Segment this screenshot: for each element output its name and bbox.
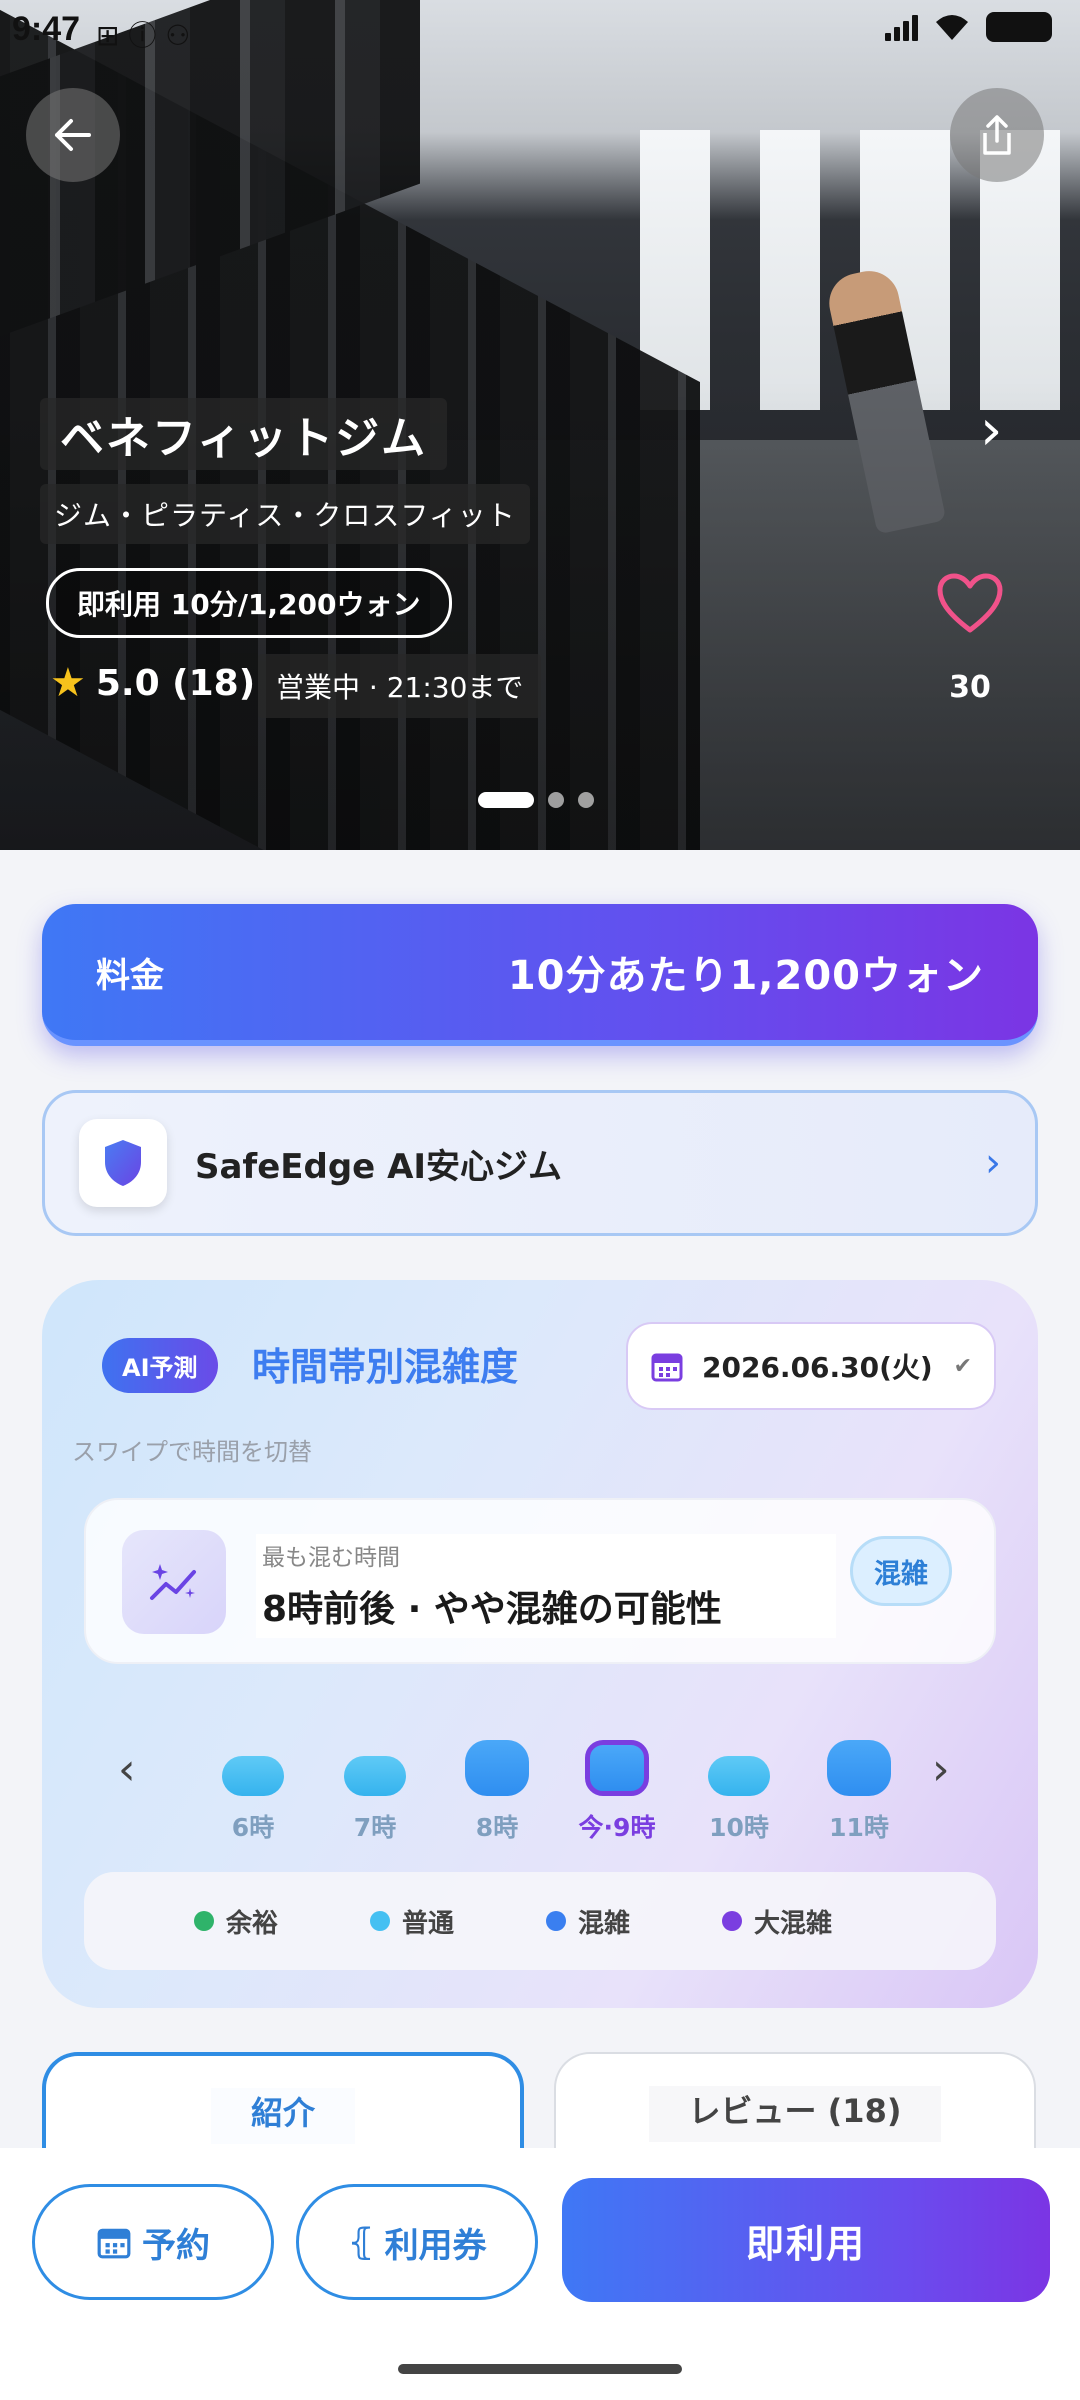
legend-dot	[194, 1911, 214, 1931]
congestion-pill	[827, 1740, 891, 1796]
status-bar: 9:47 ⊞ ⓘ ⚇	[0, 0, 1080, 60]
price-value: 10分あたり1,200ウォン	[507, 953, 984, 999]
time-slot-label: 11時	[829, 1813, 889, 1842]
calendar-icon	[97, 2228, 131, 2259]
heart-icon[interactable]	[936, 572, 1004, 634]
legend-item: 大混雑	[722, 1903, 898, 1940]
chevron-right-icon[interactable]: ›	[932, 1744, 950, 1795]
sparkle-trend-icon	[122, 1530, 226, 1634]
arrow-left-icon	[55, 119, 91, 151]
ticket-label: 利用券	[384, 2225, 487, 2266]
date-selector[interactable]: 2026.06.30(火) ✔	[626, 1322, 996, 1410]
time-slot-label: 今·9時	[578, 1813, 656, 1842]
time-slot[interactable]: 8時	[452, 1740, 542, 1844]
time-slot[interactable]: 10時	[694, 1740, 784, 1844]
rating-value: 5.0 (18)	[95, 662, 256, 704]
open-status: 営業中 · 21:30まで	[258, 654, 542, 718]
legend-label: 普通	[402, 1908, 455, 1939]
gym-categories: ジム・ピラティス・クロスフィット	[40, 484, 530, 544]
status-icons	[885, 12, 1052, 42]
peak-time-box: 最も混む時間 8時前後 · やや混雑の可能性 混雑	[84, 1498, 996, 1664]
congestion-pill	[465, 1740, 529, 1796]
battery-icon	[986, 12, 1052, 42]
price-pill: 即利用 10分/1,200ウォン	[46, 568, 452, 638]
notification-icons: ⊞ ⓘ ⚇	[96, 19, 191, 52]
carousel-dots	[478, 792, 594, 808]
next-image-chevron-icon[interactable]: ›	[980, 398, 1002, 463]
peak-text: 最も混む時間 8時前後 · やや混雑の可能性	[256, 1534, 836, 1638]
rating: ★ 5.0 (18)	[50, 660, 255, 706]
time-slot[interactable]: 6時	[208, 1740, 298, 1844]
price-label: 料金	[96, 955, 164, 996]
chevron-right-icon: ›	[985, 1140, 1001, 1186]
check-icon: ✔	[953, 1353, 972, 1379]
congestion-card: AI予測 時間帯別混雑度 2026.06.30(火) ✔ スワイプで時間を切替 …	[42, 1280, 1038, 2008]
tab-intro-label: 紹介	[210, 2088, 355, 2144]
signal-icon	[885, 13, 918, 41]
safeedge-card[interactable]: SafeEdge AI安心ジム ›	[42, 1090, 1038, 1236]
legend-item: 普通	[370, 1903, 546, 1940]
carousel-dot	[548, 792, 564, 808]
safeedge-title: SafeEdge AI安心ジム	[195, 1146, 563, 1187]
swipe-hint: スワイプで時間を切替	[72, 1438, 312, 1466]
ai-prediction-badge: AI予測	[102, 1338, 218, 1393]
legend-dot	[722, 1911, 742, 1931]
home-indicator	[398, 2364, 682, 2374]
time-slot[interactable]: 7時	[330, 1740, 420, 1844]
peak-value: 8時前後 · やや混雑の可能性	[262, 1589, 722, 1630]
shield-icon-box	[79, 1119, 167, 1207]
time-slot-label: 6時	[231, 1813, 275, 1842]
time-slot[interactable]: 今·9時	[572, 1740, 662, 1844]
legend-dot	[370, 1911, 390, 1931]
congestion-legend: 余裕 普通 混雑 大混雑	[84, 1872, 996, 1970]
legend-label: 大混雑	[754, 1908, 833, 1939]
carousel-dot	[578, 792, 594, 808]
congestion-pill	[708, 1756, 770, 1796]
like-count: 30	[949, 670, 991, 705]
congestion-pill	[344, 1756, 406, 1796]
gym-name: ベネフィットジム	[40, 398, 448, 470]
share-icon	[983, 115, 1011, 155]
hero-window	[760, 130, 820, 410]
congestion-pill	[585, 1740, 649, 1796]
share-button[interactable]	[950, 88, 1044, 182]
chevron-left-icon[interactable]: ‹	[118, 1744, 136, 1795]
calendar-icon	[651, 1353, 683, 1382]
star-icon: ★	[50, 660, 86, 706]
back-button[interactable]	[26, 88, 120, 182]
legend-label: 混雑	[578, 1908, 631, 1939]
carousel-dot	[478, 792, 534, 808]
bottom-action-bar: 予約 ⦃ 利用券 即利用	[0, 2148, 1080, 2400]
tab-review-label: レビュー (18)	[648, 2086, 942, 2142]
legend-dot	[546, 1911, 566, 1931]
reserve-button[interactable]: 予約	[32, 2184, 274, 2300]
time-slot-label: 10時	[709, 1813, 769, 1842]
peak-label: 最も混む時間	[262, 1545, 400, 1571]
instant-use-button[interactable]: 即利用	[562, 2178, 1050, 2302]
price-bar: 料金 10分あたり1,200ウォン	[42, 904, 1038, 1046]
status-time: 9:47	[12, 10, 81, 48]
legend-item: 混雑	[546, 1903, 722, 1940]
reserve-label: 予約	[142, 2225, 210, 2266]
ticket-icon: ⦃	[347, 2221, 375, 2263]
wifi-icon	[936, 15, 968, 40]
ticket-button[interactable]: ⦃ 利用券	[296, 2184, 538, 2300]
time-slot-label: 8時	[475, 1813, 519, 1842]
time-slot[interactable]: 11時	[814, 1740, 904, 1844]
time-slot-label: 7時	[353, 1813, 397, 1842]
shield-icon	[105, 1140, 141, 1186]
congestion-title: 時間帯別混雑度	[252, 1345, 519, 1389]
congestion-pill	[222, 1756, 284, 1796]
legend-item: 余裕	[194, 1903, 370, 1940]
date-text: 2026.06.30(火)	[702, 1351, 933, 1384]
legend-label: 余裕	[226, 1908, 279, 1939]
peak-status-badge: 混雑	[850, 1536, 952, 1606]
